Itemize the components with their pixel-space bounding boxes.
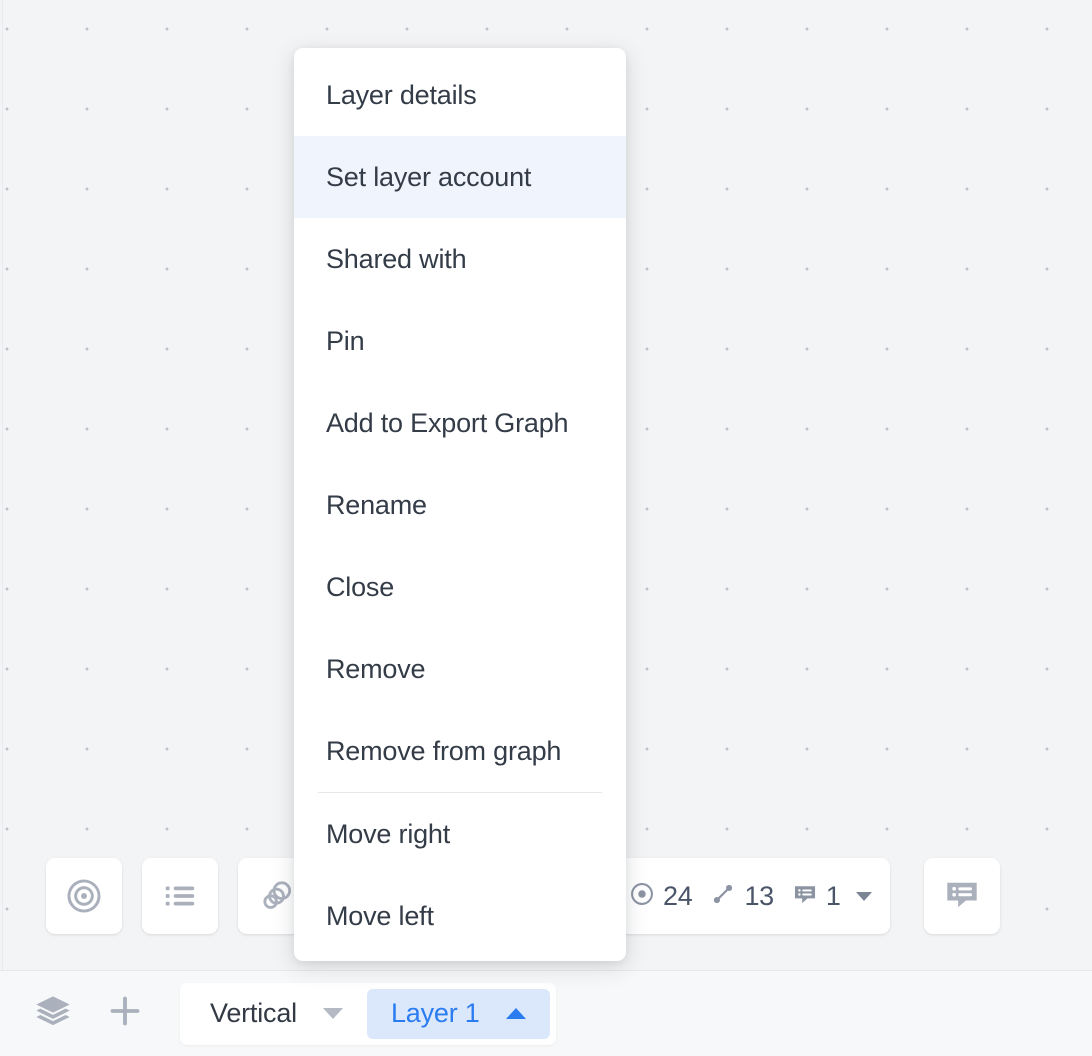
layer-tab-layer-1-label: Layer 1 xyxy=(390,998,480,1028)
layers-icon xyxy=(33,991,73,1036)
layer-tabs: Vertical Layer 1 xyxy=(180,982,556,1045)
chevron-down-icon[interactable] xyxy=(322,1008,343,1019)
chevron-up-icon[interactable] xyxy=(505,1008,526,1019)
menu-item-rename[interactable]: Rename xyxy=(294,464,626,546)
note-icon xyxy=(791,880,819,913)
layer-tab-vertical-label: Vertical xyxy=(210,998,297,1028)
menu-item-close[interactable]: Close xyxy=(294,546,626,628)
list-icon xyxy=(161,877,199,915)
menu-item-move-left[interactable]: Move left xyxy=(294,875,626,957)
add-layer-button[interactable] xyxy=(102,991,148,1037)
layer-context-menu: Layer details Set layer account Shared w… xyxy=(294,48,626,961)
layers-panel-button[interactable] xyxy=(30,991,76,1037)
menu-item-shared-with[interactable]: Shared with xyxy=(294,218,626,300)
chevron-down-icon[interactable] xyxy=(855,891,872,901)
stat-edges-value: 13 xyxy=(744,880,774,911)
link-rings-icon xyxy=(256,876,296,916)
canvas-left-border xyxy=(2,0,3,972)
layer-bar: Vertical Layer 1 xyxy=(0,970,1092,1056)
stat-notes: 1 xyxy=(791,880,841,913)
layer-tab-vertical[interactable]: Vertical xyxy=(186,989,367,1039)
stat-notes-value: 1 xyxy=(825,880,841,911)
graph-stats-pill[interactable]: 24 13 1 xyxy=(610,858,890,934)
stat-nodes-value: 24 xyxy=(663,880,693,911)
target-tool-button[interactable] xyxy=(46,858,122,934)
menu-item-layer-details[interactable]: Layer details xyxy=(294,54,626,136)
stat-nodes: 24 xyxy=(628,880,693,913)
comment-button[interactable] xyxy=(924,858,1000,934)
menu-item-remove[interactable]: Remove xyxy=(294,628,626,710)
menu-item-add-to-export-graph[interactable]: Add to Export Graph xyxy=(294,382,626,464)
menu-item-pin[interactable]: Pin xyxy=(294,300,626,382)
floating-toolbar xyxy=(46,858,314,934)
layer-tab-layer-1[interactable]: Layer 1 xyxy=(366,988,550,1039)
app-root: 24 13 1 Layer details Set layer account … xyxy=(0,0,1092,1056)
edge-link-icon xyxy=(709,880,737,913)
stat-edges: 13 xyxy=(709,880,774,913)
target-icon xyxy=(64,876,104,916)
list-tool-button[interactable] xyxy=(142,858,218,934)
menu-item-remove-from-graph[interactable]: Remove from graph xyxy=(294,710,626,792)
comment-icon xyxy=(941,873,983,920)
menu-item-set-layer-account[interactable]: Set layer account xyxy=(294,136,626,218)
plus-icon xyxy=(105,991,145,1036)
menu-item-move-right[interactable]: Move right xyxy=(294,793,626,875)
node-dot-icon xyxy=(628,880,656,913)
